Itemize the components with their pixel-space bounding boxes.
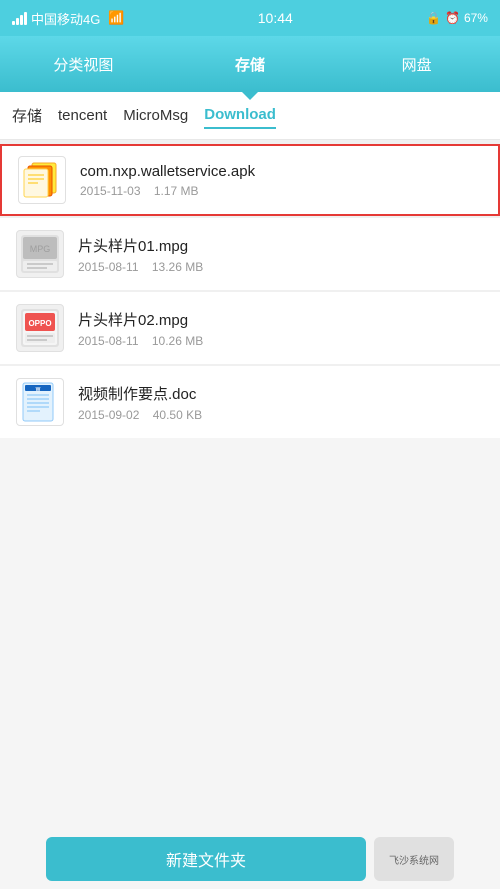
- doc-file-icon: W: [16, 378, 64, 426]
- file-item-apk[interactable]: com.nxp.walletservice.apk 2015-11-03 1.1…: [0, 144, 500, 216]
- breadcrumb-storage[interactable]: 存储: [12, 101, 42, 130]
- nav-item-storage[interactable]: 存储: [167, 36, 334, 92]
- mpg1-file-info: 片头样片01.mpg 2015-08-11 13.26 MB: [78, 235, 484, 274]
- top-nav: 分类视图 存储 网盘: [0, 36, 500, 92]
- nav-item-cloud[interactable]: 网盘: [333, 36, 500, 92]
- svg-text:W: W: [36, 387, 41, 393]
- svg-text:MPG: MPG: [30, 244, 51, 254]
- doc-file-size: 40.50 KB: [153, 408, 202, 422]
- status-bar-left: 中国移动4G 📶: [12, 9, 125, 28]
- doc-file-date: 2015-09-02: [78, 408, 139, 422]
- signal-icon: [12, 12, 27, 25]
- carrier-label: 中国移动4G: [31, 9, 100, 28]
- nav-item-classify[interactable]: 分类视图: [0, 36, 167, 92]
- mpg2-file-name: 片头样片02.mpg: [78, 309, 484, 330]
- status-bar-right: 🔒 ⏰ 67%: [426, 11, 488, 25]
- doc-file-info: 视频制作要点.doc 2015-09-02 40.50 KB: [78, 383, 484, 422]
- mpg1-file-size: 13.26 MB: [152, 260, 203, 274]
- mpg2-file-meta: 2015-08-11 10.26 MB: [78, 334, 484, 348]
- apk-file-date: 2015-11-03: [80, 184, 141, 198]
- svg-text:OPPO: OPPO: [28, 319, 51, 328]
- breadcrumb-micromsg[interactable]: MicroMsg: [123, 103, 188, 128]
- alarm-icon: ⏰: [445, 11, 460, 25]
- status-bar: 中国移动4G 📶 10:44 🔒 ⏰ 67%: [0, 0, 500, 36]
- file-item-doc[interactable]: W 视频制作要点.doc 2015-09-02 40.50 KB: [0, 366, 500, 438]
- breadcrumb-download[interactable]: Download: [204, 102, 276, 129]
- file-item-mpg2[interactable]: OPPO 片头样片02.mpg 2015-08-11 10.26 MB: [0, 292, 500, 364]
- apk-file-meta: 2015-11-03 1.17 MB: [80, 184, 482, 198]
- file-item-mpg1[interactable]: MPG 片头样片01.mpg 2015-08-11 13.26 MB: [0, 218, 500, 290]
- mpg1-file-icon: MPG: [16, 230, 64, 278]
- nav-storage-label: 存储: [235, 54, 265, 75]
- nav-classify-label: 分类视图: [53, 54, 113, 75]
- lock-icon: 🔒: [426, 11, 441, 25]
- logo-badge: 飞沙系统网: [374, 837, 454, 881]
- mpg2-file-info: 片头样片02.mpg 2015-08-11 10.26 MB: [78, 309, 484, 348]
- bottom-bar: 新建文件夹 飞沙系统网: [0, 829, 500, 889]
- doc-file-meta: 2015-09-02 40.50 KB: [78, 408, 484, 422]
- battery-label: 67%: [464, 11, 488, 25]
- apk-file-info: com.nxp.walletservice.apk 2015-11-03 1.1…: [80, 163, 482, 198]
- mpg2-file-date: 2015-08-11: [78, 334, 139, 348]
- wifi-icon: 📶: [108, 10, 124, 26]
- mpg1-file-name: 片头样片01.mpg: [78, 235, 484, 256]
- status-bar-time: 10:44: [258, 10, 293, 26]
- file-list: com.nxp.walletservice.apk 2015-11-03 1.1…: [0, 140, 500, 438]
- doc-file-name: 视频制作要点.doc: [78, 383, 484, 404]
- nav-cloud-label: 网盘: [402, 54, 432, 75]
- apk-file-size: 1.17 MB: [154, 184, 199, 198]
- mpg2-file-size: 10.26 MB: [152, 334, 203, 348]
- mpg1-file-meta: 2015-08-11 13.26 MB: [78, 260, 484, 274]
- watermark-text: 飞沙系统网: [389, 852, 439, 867]
- mpg2-file-icon: OPPO: [16, 304, 64, 352]
- mpg1-file-date: 2015-08-11: [78, 260, 139, 274]
- apk-file-name: com.nxp.walletservice.apk: [80, 163, 482, 180]
- breadcrumb-tencent[interactable]: tencent: [58, 103, 107, 128]
- new-folder-button[interactable]: 新建文件夹: [46, 837, 366, 881]
- apk-file-icon: [18, 156, 66, 204]
